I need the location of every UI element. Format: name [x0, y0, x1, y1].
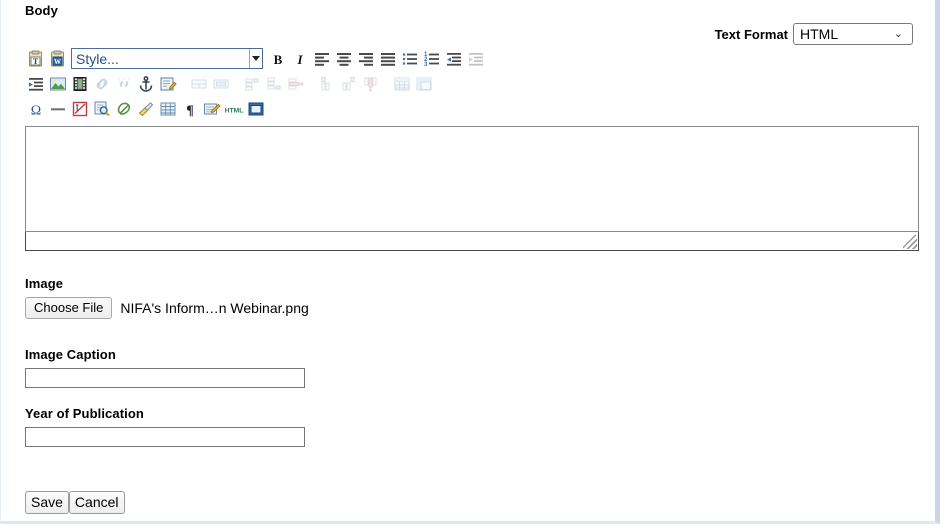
save-button[interactable]: Save [25, 491, 69, 514]
link-icon[interactable] [91, 73, 113, 95]
align-center-icon[interactable] [333, 48, 355, 70]
svg-text:T: T [33, 57, 39, 66]
page-root: Body Text Format HTML ⌄ T W Style... B I… [0, 0, 940, 524]
toolbar-separator [382, 73, 391, 95]
svg-text:I: I [296, 52, 303, 67]
form-actions: Save Cancel [25, 491, 125, 514]
show-blocks-icon[interactable] [157, 98, 179, 120]
chevron-down-icon[interactable] [249, 49, 262, 68]
delete-row-icon[interactable] [285, 73, 307, 95]
toolbar-separator [179, 73, 188, 95]
style-combo[interactable]: Style... [71, 48, 263, 69]
align-justify-icon[interactable] [377, 48, 399, 70]
bold-icon[interactable]: B [267, 48, 289, 70]
body-field-label: Body [25, 3, 58, 18]
find-icon[interactable] [91, 98, 113, 120]
media-icon[interactable] [69, 73, 91, 95]
style-combo-label: Style... [76, 50, 119, 67]
paste-text-icon[interactable]: T [25, 48, 47, 70]
toolbar-separator [307, 73, 316, 95]
insert-column-before-icon[interactable] [316, 73, 338, 95]
editor-toolbar-row-2 [25, 71, 919, 96]
align-left-icon[interactable] [311, 48, 333, 70]
special-character-icon[interactable]: Ω [25, 98, 47, 120]
image-caption-field-group: Image Caption [25, 347, 305, 388]
rich-text-editor: T W Style... B I 1 2 3 Ω ¶ HTML [25, 46, 919, 251]
file-upload-row: Choose File NIFA's Inform…n Webinar.png [25, 297, 309, 319]
insert-column-after-icon[interactable] [338, 73, 360, 95]
italic-icon[interactable]: I [289, 48, 311, 70]
paint-format-icon[interactable] [135, 98, 157, 120]
image-caption-input[interactable] [25, 368, 305, 388]
table-properties-icon[interactable] [413, 73, 435, 95]
resize-grip-icon[interactable] [903, 235, 917, 249]
insert-row-before-icon[interactable] [241, 73, 263, 95]
unlink-icon[interactable] [113, 73, 135, 95]
choose-file-button[interactable]: Choose File [25, 297, 113, 319]
selected-file-name: NIFA's Inform…n Webinar.png [120, 300, 309, 316]
year-of-publication-label: Year of Publication [25, 406, 144, 421]
insert-row-after-icon[interactable] [263, 73, 285, 95]
image-icon[interactable] [47, 73, 69, 95]
text-format-group: Text Format HTML ⌄ [715, 23, 913, 45]
edit-form-icon[interactable] [157, 73, 179, 95]
source-html-icon[interactable]: HTML [223, 98, 245, 120]
svg-text:3: 3 [424, 62, 428, 68]
svg-text:¶: ¶ [186, 103, 194, 118]
paste-from-word-icon[interactable]: W [47, 48, 69, 70]
anchor-icon[interactable] [135, 73, 157, 95]
svg-text:B: B [274, 52, 283, 67]
svg-text:Ω: Ω [31, 103, 41, 118]
editor-toolbar: T W Style... B I 1 2 3 Ω ¶ HTML [25, 46, 919, 124]
bulleted-list-icon[interactable] [399, 48, 421, 70]
align-right-icon[interactable] [355, 48, 377, 70]
horizontal-rule-icon[interactable] [47, 98, 69, 120]
table-icon[interactable] [391, 73, 413, 95]
indent-icon[interactable] [465, 48, 487, 70]
svg-text:HTML: HTML [225, 107, 244, 114]
text-format-select[interactable]: HTML [793, 23, 913, 45]
image-field-group: Image Choose File NIFA's Inform…n Webina… [25, 276, 309, 319]
numbered-list-icon[interactable]: 123 [421, 48, 443, 70]
editor-toolbar-row-1: T W Style... B I 1 2 3 [25, 46, 919, 71]
year-of-publication-field-group: Year of Publication [25, 406, 305, 447]
eraser-icon[interactable] [113, 98, 135, 120]
svg-text:W: W [54, 58, 61, 66]
remove-format-icon[interactable] [69, 98, 91, 120]
year-of-publication-input[interactable] [25, 427, 305, 447]
blockquote-indent-icon[interactable] [25, 73, 47, 95]
editor-elements-path [25, 232, 919, 251]
paragraph-icon[interactable]: ¶ [179, 98, 201, 120]
split-cell-icon[interactable] [210, 73, 232, 95]
editor-content-area[interactable] [25, 126, 919, 232]
image-caption-label: Image Caption [25, 347, 116, 362]
cancel-button[interactable]: Cancel [68, 491, 125, 514]
merge-cells-icon[interactable] [188, 73, 210, 95]
toolbar-separator [232, 73, 241, 95]
maximize-icon[interactable] [245, 98, 267, 120]
outdent-icon[interactable] [443, 48, 465, 70]
image-field-label: Image [25, 276, 64, 291]
delete-column-icon[interactable] [360, 73, 382, 95]
text-format-label: Text Format [714, 26, 788, 42]
templates-icon[interactable] [201, 98, 223, 120]
editor-toolbar-row-3: Ω ¶ HTML [25, 96, 919, 121]
